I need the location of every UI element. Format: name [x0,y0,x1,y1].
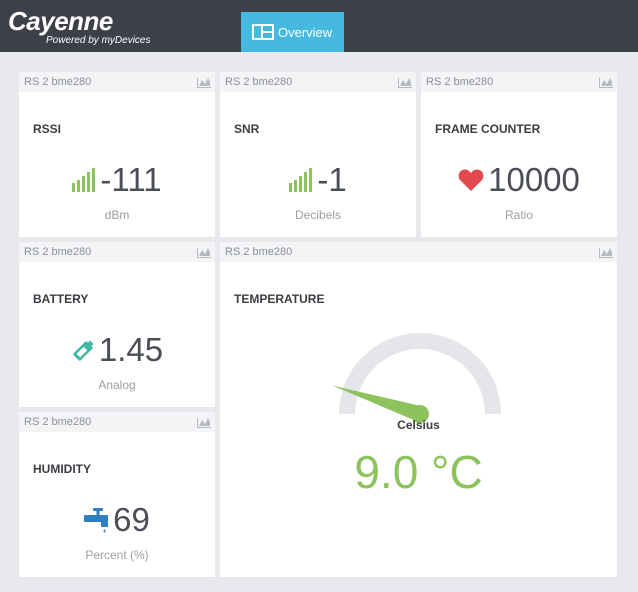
widget-value-row: 1.45 [19,328,215,372]
chart-icon[interactable] [599,246,613,258]
widget-rssi[interactable]: RS 2 bme280 RSSI -111 dBm [19,72,215,237]
widget-value: -111 [100,161,162,198]
widget-unit: dBm [104,208,130,222]
widget-title: RSSI [33,122,62,136]
tab-overview[interactable]: Overview [241,12,344,52]
widget-unit: Analog [98,378,136,392]
battery-icon [73,340,94,361]
widget-battery[interactable]: RS 2 bme280 BATTERY 1.45 Analog [19,242,215,407]
widget-header: RS 2 bme280 [19,72,215,92]
widget-humidity[interactable]: RS 2 bme280 HUMIDITY 69 Percent (%) [19,412,215,577]
widget-value: 69 [113,501,150,538]
tab-overview-label: Overview [278,24,333,40]
widget-value-row: -1 [220,158,416,202]
widget-value-row: 69 [19,498,215,542]
widget-title: BATTERY [33,292,89,306]
temperature-unit-label: Celsius [397,418,440,432]
chart-icon[interactable] [398,76,412,88]
chart-icon[interactable] [197,246,211,258]
chart-icon[interactable] [599,76,613,88]
device-name: RS 2 bme280 [225,246,293,258]
widget-header: RS 2 bme280 [220,242,617,262]
dashboard-icon [252,24,274,40]
widget-header: RS 2 bme280 [220,72,416,92]
chart-icon[interactable] [197,76,211,88]
widget-unit: Percent (%) [85,548,149,562]
widget-title: TEMPERATURE [234,292,325,306]
widget-value-row: -111 [19,158,215,202]
app-logo-subtitle: Powered by myDevices [46,35,151,46]
heart-icon [458,169,484,191]
widget-unit: Decibels [294,208,342,222]
device-name: RS 2 bme280 [24,76,92,88]
temperature-gauge [332,333,501,423]
widget-title: FRAME COUNTER [435,122,541,136]
device-name: RS 2 bme280 [426,76,494,88]
widget-value-row: 10000 [421,158,617,202]
device-name: RS 2 bme280 [24,246,92,258]
widget-value: 10000 [488,161,580,198]
widget-title: SNR [234,122,260,136]
widget-value: 1.45 [98,331,164,368]
widget-title: HUMIDITY [33,462,91,476]
gauge-track [339,333,501,415]
widget-header: RS 2 bme280 [19,412,215,432]
widget-temperature[interactable]: RS 2 bme280 TEMPERATURE Celsius 9.0 °C [220,242,617,577]
widget-header: RS 2 bme280 [19,242,215,262]
chart-icon[interactable] [197,416,211,428]
signal-bars-icon [72,168,96,192]
device-name: RS 2 bme280 [225,76,293,88]
widget-frame-counter[interactable]: RS 2 bme280 FRAME COUNTER 10000 Ratio [421,72,617,237]
widget-unit: Ratio [504,208,533,222]
top-bar: Cayenne Powered by myDevices Overview [0,0,638,52]
water-tap-icon [84,508,109,533]
signal-bars-icon [289,168,313,192]
temperature-value: 9.0 °C [354,446,483,498]
widget-snr[interactable]: RS 2 bme280 SNR -1 Decibels [220,72,416,237]
app-logo[interactable]: Cayenne [8,8,113,34]
widget-value: -1 [317,161,347,198]
device-name: RS 2 bme280 [24,416,92,428]
widget-header: RS 2 bme280 [421,72,617,92]
